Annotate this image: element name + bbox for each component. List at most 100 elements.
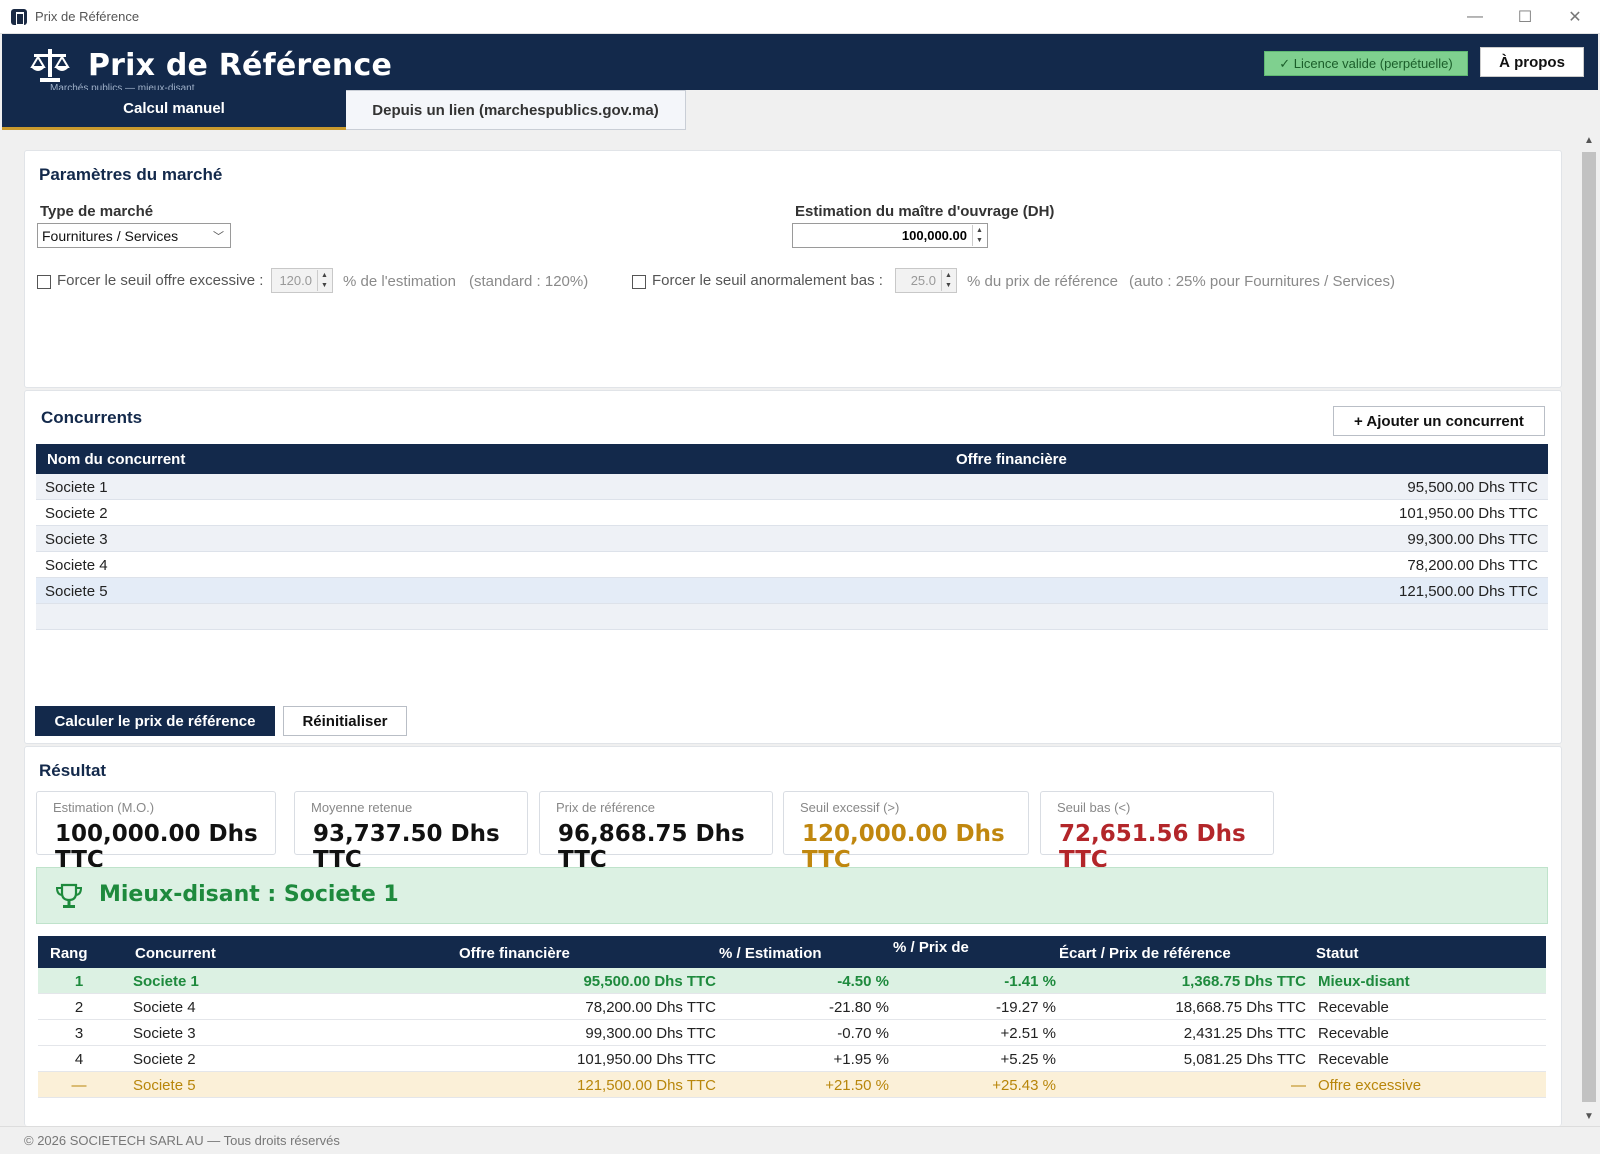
low-unit: % du prix de référence: [967, 273, 1118, 290]
spin-down-icon[interactable]: ▼: [318, 281, 331, 292]
excess-threshold-label: Forcer le seuil offre excessive :: [57, 272, 264, 289]
tile-value: 100,000.00 Dhs TTC: [55, 821, 258, 873]
tab-manual[interactable]: Calcul manuel: [2, 90, 346, 130]
scroll-thumb[interactable]: [1582, 152, 1596, 1102]
tile-label: Moyenne retenue: [311, 800, 413, 815]
competitor-offer: 95,500.00 Dhs TTC: [1407, 479, 1538, 496]
ecart-cell: 2,431.25 Dhs TTC: [1183, 1025, 1306, 1042]
table-row[interactable]: Societe 3 99,300.00 Dhs TTC: [36, 526, 1548, 552]
winner-text: Mieux-disant : Societe 1: [99, 882, 399, 907]
market-type-label: Type de marché: [40, 203, 154, 220]
pct-reference-cell: +25.43 %: [992, 1077, 1056, 1094]
low-threshold-checkbox[interactable]: [632, 275, 646, 289]
competitor-name: Societe 5: [45, 583, 108, 600]
ecart-cell: 1,368.75 Dhs TTC: [1181, 973, 1306, 990]
table-row[interactable]: Societe 2 101,950.00 Dhs TTC: [36, 500, 1548, 526]
pct-reference-cell: +5.25 %: [1000, 1051, 1056, 1068]
table-row[interactable]: 1 Societe 1 95,500.00 Dhs TTC -4.50 % -1…: [38, 968, 1546, 994]
ecart-cell: —: [1291, 1077, 1306, 1094]
status-cell: Recevable: [1318, 1051, 1389, 1068]
pct-reference-cell: -1.41 %: [1004, 973, 1056, 990]
competitor-name: Societe 2: [45, 505, 108, 522]
low-threshold-label: Forcer le seuil anormalement bas :: [652, 272, 883, 289]
competitor-cell: Societe 1: [133, 973, 199, 990]
chevron-down-icon: ﹀: [213, 231, 224, 243]
scroll-up-icon[interactable]: ▲: [1578, 130, 1600, 150]
winner-banner: Mieux-disant : Societe 1: [36, 867, 1548, 924]
estimation-label: Estimation du maître d'ouvrage (DH): [795, 203, 1055, 220]
tile-label: Prix de référence: [556, 800, 655, 815]
status-cell: Mieux-disant: [1318, 973, 1410, 990]
scroll-down-icon[interactable]: ▼: [1578, 1106, 1600, 1126]
tile-average: Moyenne retenue 93,737.50 Dhs TTC: [294, 791, 528, 873]
about-button[interactable]: À propos: [1480, 47, 1584, 77]
table-row[interactable]: 3 Societe 3 99,300.00 Dhs TTC -0.70 % +2…: [38, 1020, 1546, 1046]
window-title: Prix de Référence: [35, 9, 140, 24]
footer: © 2026 SOCIETECH SARL AU — Tous droits r…: [0, 1126, 1600, 1154]
table-row[interactable]: 4 Societe 2 101,950.00 Dhs TTC +1.95 % +…: [38, 1046, 1546, 1072]
add-competitor-button[interactable]: + Ajouter un concurrent: [1333, 406, 1545, 436]
copyright-text: © 2026 SOCIETECH SARL AU — Tous droits r…: [24, 1133, 340, 1148]
excess-threshold-value: 120.0: [279, 273, 312, 288]
close-icon[interactable]: ✕: [1550, 0, 1600, 34]
rank-cell: 2: [74, 999, 84, 1016]
spin-down-icon[interactable]: ▼: [942, 281, 955, 292]
ecart-cell: 5,081.25 Dhs TTC: [1183, 1051, 1306, 1068]
low-threshold-value: 25.0: [910, 273, 936, 288]
table-row[interactable]: Societe 4 78,200.00 Dhs TTC: [36, 552, 1548, 578]
app-title: Prix de Référence: [88, 48, 393, 83]
reset-button[interactable]: Réinitialiser: [283, 706, 407, 736]
maximize-icon[interactable]: ☐: [1500, 0, 1550, 34]
excess-unit: % de l'estimation: [343, 273, 456, 290]
market-type-select[interactable]: Fournitures / Services ﹀: [37, 223, 231, 248]
competitor-offer: 99,300.00 Dhs TTC: [1407, 531, 1538, 548]
rank-cell: 3: [74, 1025, 84, 1042]
status-cell: Recevable: [1318, 999, 1389, 1016]
offer-cell: 95,500.00 Dhs TTC: [583, 973, 716, 990]
spin-up-icon[interactable]: ▲: [942, 270, 955, 281]
pct-reference-cell: +2.51 %: [1000, 1025, 1056, 1042]
offer-cell: 78,200.00 Dhs TTC: [585, 999, 716, 1016]
pct-estimation-cell: -4.50 %: [837, 973, 889, 990]
competitor-cell: Societe 5: [133, 1077, 196, 1094]
tab-from-link[interactable]: Depuis un lien (marchespublics.gov.ma): [346, 90, 686, 130]
estimation-input[interactable]: 100,000.00 ▲ ▼: [792, 223, 988, 248]
pct-estimation-cell: -0.70 %: [837, 1025, 889, 1042]
competitor-offer: 121,500.00 Dhs TTC: [1399, 583, 1538, 600]
spin-up-icon[interactable]: ▲: [318, 270, 331, 281]
result-title: Résultat: [39, 761, 107, 780]
rank-cell: —: [71, 1077, 87, 1094]
pct-estimation-cell: -21.80 %: [828, 999, 889, 1016]
excess-threshold-checkbox[interactable]: [37, 275, 51, 289]
tile-estimation: Estimation (M.O.) 100,000.00 Dhs TTC: [36, 791, 276, 873]
col-pct-reference-header: % / Prix de: [893, 939, 969, 956]
excess-hint: (standard : 120%): [469, 273, 589, 290]
low-threshold-input[interactable]: 25.0 ▲ ▼: [895, 268, 957, 293]
vertical-scrollbar[interactable]: ▲ ▼: [1578, 130, 1600, 1126]
params-card: Paramètres du marché Type de marché Four…: [24, 150, 1562, 388]
pct-reference-cell: -19.27 %: [995, 999, 1056, 1016]
market-type-value: Fournitures / Services: [42, 227, 179, 244]
table-row[interactable]: 2 Societe 4 78,200.00 Dhs TTC -21.80 % -…: [38, 994, 1546, 1020]
tile-excess-threshold: Seuil excessif (>) 120,000.00 Dhs TTC: [783, 791, 1029, 873]
tile-reference-price: Prix de référence 96,868.75 Dhs TTC: [539, 791, 773, 873]
status-cell: Offre excessive: [1318, 1077, 1422, 1094]
offer-cell: 101,950.00 Dhs TTC: [577, 1051, 716, 1068]
empty-row[interactable]: [36, 604, 1548, 630]
excess-threshold-input[interactable]: 120.0 ▲ ▼: [271, 268, 333, 293]
low-hint: (auto : 25% pour Fournitures / Services): [1129, 273, 1395, 290]
col-ecart-header: Écart / Prix de référence: [1059, 945, 1231, 962]
competitor-name: Societe 1: [45, 479, 108, 496]
tile-label: Estimation (M.O.): [53, 800, 155, 815]
minimize-icon[interactable]: —: [1450, 0, 1500, 34]
table-row[interactable]: Societe 5 121,500.00 Dhs TTC: [36, 578, 1548, 604]
tile-value: 96,868.75 Dhs TTC: [558, 821, 745, 873]
spin-up-icon[interactable]: ▲: [973, 225, 986, 236]
rank-cell: 4: [74, 1051, 84, 1068]
estimation-value: 100,000.00: [901, 228, 967, 243]
table-row[interactable]: — Societe 5 121,500.00 Dhs TTC +21.50 % …: [38, 1072, 1546, 1098]
calculate-button[interactable]: Calculer le prix de référence: [35, 706, 275, 736]
spin-down-icon[interactable]: ▼: [973, 236, 986, 247]
table-row[interactable]: Societe 1 95,500.00 Dhs TTC: [36, 474, 1548, 500]
tile-label: Seuil excessif (>): [800, 800, 900, 815]
